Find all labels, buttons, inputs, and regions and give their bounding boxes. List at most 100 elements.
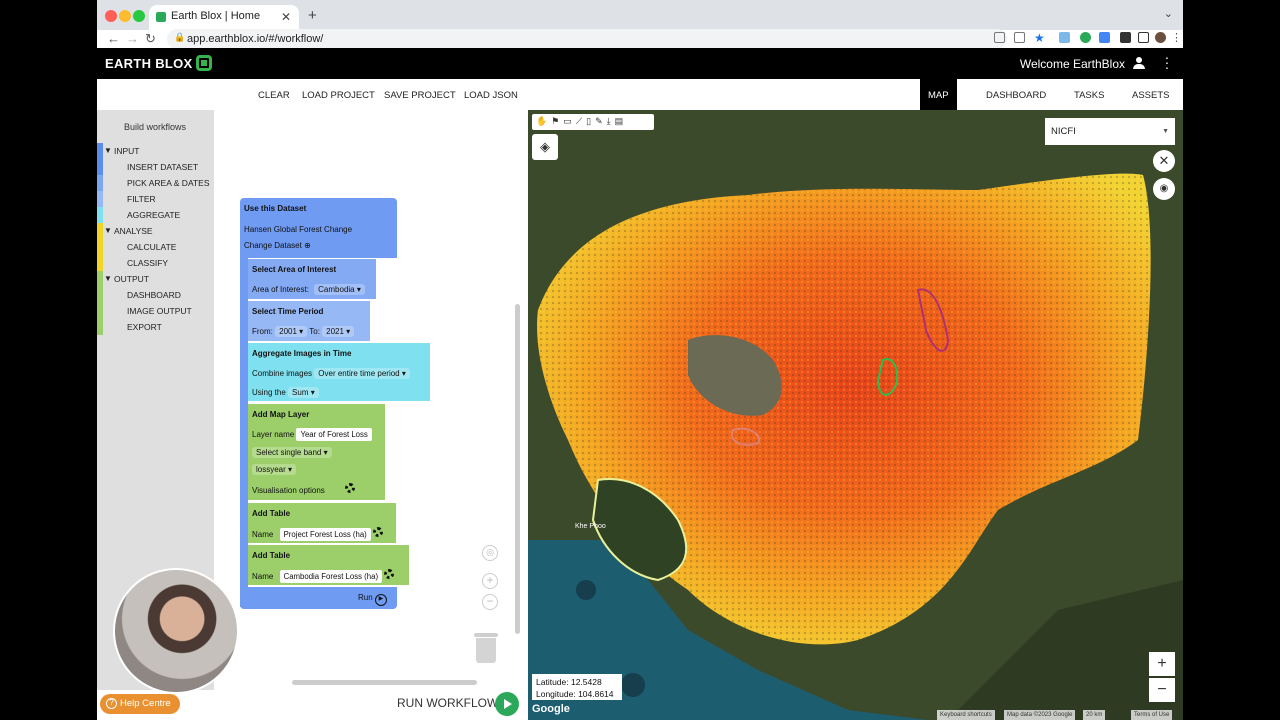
trash-icon[interactable] [474,633,498,663]
table1-name-input[interactable]: Project Forest Loss (ha) [279,528,371,541]
map-zoom-out-icon[interactable]: − [1149,678,1175,702]
map-view[interactable]: Khe Phoo ✋⚑▭⟋▯✎⤓▤ ◈ NICFI ▼ ✕ ◉ + − Lati… [528,110,1183,720]
sidebar-item-analyse[interactable]: ▼ ANALYSE [97,223,214,239]
load-json-button[interactable]: LOAD JSON [464,90,518,101]
draw-marker-icon[interactable]: ⚑ [551,116,563,126]
maximize-window-icon[interactable] [133,10,145,22]
help-icon: ? [106,698,117,709]
sidebar-item-pick-area-dates[interactable]: PICK AREA & DATES [97,175,214,191]
reload-icon[interactable]: ↻ [145,31,156,47]
pan-hand-icon[interactable]: ✋ [536,116,551,126]
combine-dropdown[interactable]: Over entire time period ▾ [314,368,410,379]
sidebar-item-export[interactable]: EXPORT [97,319,214,335]
chrome-menu-icon[interactable]: ⋮ [1171,31,1182,44]
close-window-icon[interactable] [105,10,117,22]
load-project-button[interactable]: LOAD PROJECT [302,90,375,101]
profile-avatar-icon[interactable] [1155,32,1166,43]
clear-button[interactable]: CLEAR [258,90,290,101]
sidebar-item-output[interactable]: ▼ OUTPUT [97,271,214,287]
expand-triangle-icon[interactable]: ▼ [104,274,112,283]
share-icon[interactable] [1014,32,1025,43]
expand-triangle-icon[interactable]: ▼ [104,146,112,155]
area-block[interactable]: Select Area of Interest Area of Interest… [248,259,376,299]
tab-assets[interactable]: ASSETS [1132,90,1170,101]
terms-link[interactable]: Terms of Use [1131,710,1173,720]
recenter-icon[interactable]: ◎ [482,545,498,561]
map-zoom-in-icon[interactable]: + [1149,652,1175,676]
save-project-button[interactable]: SAVE PROJECT [384,90,456,101]
expand-triangle-icon[interactable]: ▼ [104,226,112,235]
table2-name-input[interactable]: Cambodia Forest Loss (ha) [279,570,383,583]
band-select-dropdown[interactable]: Select single band ▾ [252,447,332,458]
draw-line-icon[interactable]: ⟋ [576,116,586,126]
extension-icon[interactable] [1059,32,1070,43]
edit-icon[interactable]: ✎ [595,116,607,126]
sidebar-icon[interactable] [1138,32,1149,43]
tab-dashboard[interactable]: DASHBOARD [986,90,1046,101]
sidebar-item-filter[interactable]: FILTER [97,191,214,207]
sidebar-item-aggregate[interactable]: AGGREGATE [97,207,214,223]
aggregate-block[interactable]: Aggregate Images in Time Combine images … [248,343,430,401]
basemap-select[interactable]: NICFI ▼ [1045,118,1175,145]
tab-search-chevron-icon[interactable]: ⌄ [1164,7,1173,20]
zoom-out-icon[interactable]: − [482,594,498,610]
run-block[interactable]: Run ▶ [240,587,397,609]
category-color-bar [97,175,103,191]
run-workflow-button[interactable] [495,692,519,716]
using-dropdown[interactable]: Sum ▾ [288,387,319,398]
gear-icon[interactable] [345,483,356,493]
bookmark-star-icon[interactable]: ★ [1034,31,1045,45]
more-menu-icon[interactable]: · · · [1164,50,1170,74]
scale-bar[interactable]: 20 km [1083,710,1106,720]
sidebar-item-classify[interactable]: CLASSIFY [97,255,214,271]
time-block[interactable]: Select Time Period From: 2001 ▾ To: 2021… [248,301,370,341]
forward-icon[interactable]: → [126,31,139,46]
dataset-block[interactable]: Use this Dataset Hansen Global Forest Ch… [240,198,397,258]
download-icon[interactable]: ⤓ [607,116,615,126]
sidebar-item-calculate[interactable]: CALCULATE [97,239,214,255]
ruler-icon[interactable]: ▤ [615,116,628,126]
run-workflow-label[interactable]: RUN WORKFLOW [397,696,498,710]
install-icon[interactable] [994,32,1005,43]
draw-rectangle-icon[interactable]: ▭ [563,116,576,126]
tab-map[interactable]: MAP [920,79,957,110]
area-dropdown[interactable]: Cambodia ▾ [314,284,365,295]
layers-icon[interactable]: ◈ [532,134,558,160]
table-block-2[interactable]: Add Table Name Cambodia Forest Loss (ha) [248,545,409,585]
play-icon[interactable]: ▶ [374,594,387,606]
layer-name-input[interactable]: Year of Forest Loss [296,428,372,441]
zoom-in-icon[interactable]: + [482,573,498,589]
workspace-horizontal-scrollbar[interactable] [292,680,477,685]
draw-toolbar[interactable]: ✋⚑▭⟋▯✎⤓▤ [532,114,654,130]
delete-icon[interactable]: ▯ [586,116,595,126]
band-dropdown[interactable]: lossyear ▾ [252,464,297,475]
minimize-window-icon[interactable] [119,10,131,22]
grammarly-icon[interactable] [1080,32,1091,43]
map-layer-block[interactable]: Add Map Layer Layer name Year of Forest … [248,404,385,500]
app-logo[interactable]: EARTH BLOX [105,56,193,71]
new-tab-icon[interactable]: + [308,7,317,24]
close-icon[interactable]: ✕ [1153,150,1175,172]
extensions-puzzle-icon[interactable] [1120,32,1131,43]
sidebar-item-dashboard[interactable]: DASHBOARD [97,287,214,303]
gear-icon[interactable] [373,527,384,537]
dataset-info-icon[interactable]: ⊕ [304,241,311,250]
url-field[interactable]: 🔒 app.earthblox.io/#/workflow/ [167,29,1007,49]
sidebar-item-image-output[interactable]: IMAGE OUTPUT [97,303,214,319]
sidebar-item-input[interactable]: ▼ INPUT [97,143,214,159]
to-dropdown[interactable]: 2021 ▾ [322,326,355,337]
camera-icon[interactable]: ◉ [1153,178,1175,200]
tab-close-icon[interactable]: ✕ [281,10,291,24]
back-icon[interactable]: ← [107,31,120,46]
tab-tasks[interactable]: TASKS [1074,90,1104,101]
table-block-1[interactable]: Add Table Name Project Forest Loss (ha) [248,503,396,543]
sidebar-item-insert-dataset[interactable]: INSERT DATASET [97,159,214,175]
user-icon[interactable] [1133,57,1145,69]
keyboard-shortcuts-link[interactable]: Keyboard shortcuts [937,710,995,720]
gear-icon[interactable] [384,569,395,579]
extension2-icon[interactable] [1099,32,1110,43]
workspace-vertical-scrollbar[interactable] [515,304,520,634]
from-dropdown[interactable]: 2001 ▾ [275,326,308,337]
browser-tab[interactable]: Earth Blox | Home ✕ [149,5,299,30]
help-centre-button[interactable]: ? Help Centre [100,694,180,714]
